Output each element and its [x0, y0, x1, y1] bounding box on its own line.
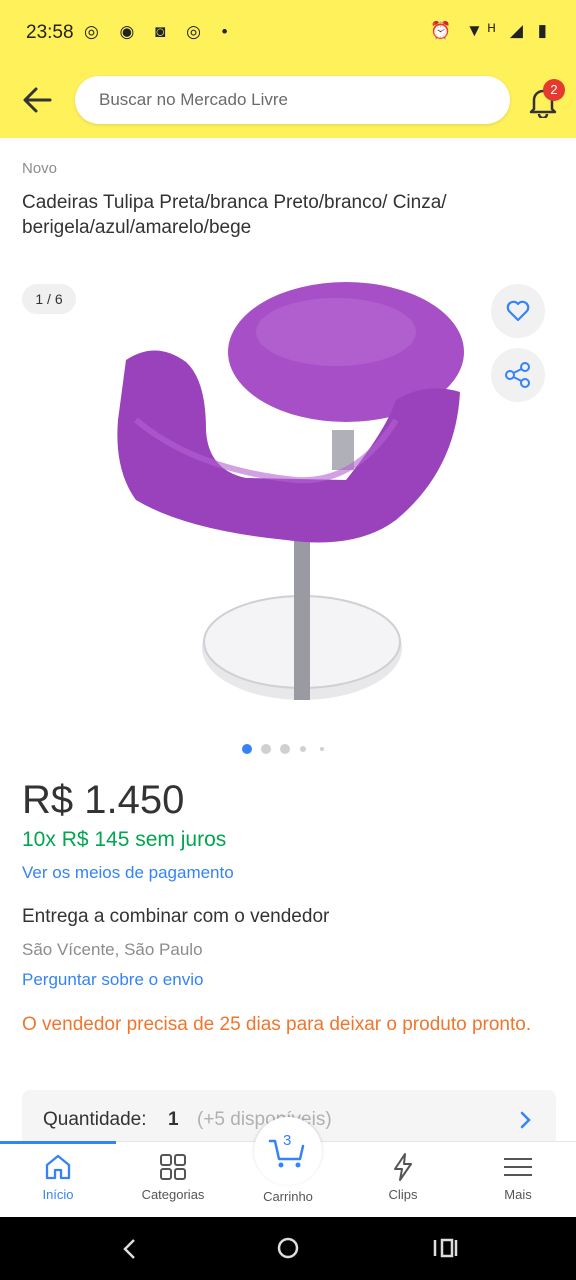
share-button[interactable] [491, 348, 545, 402]
ask-shipping-link[interactable]: Perguntar sobre o envio [22, 970, 203, 990]
seller-delay-warning: O vendedor precisa de 25 dias para deixa… [22, 1014, 532, 1035]
heart-icon [506, 300, 530, 322]
product-condition: Novo [22, 160, 58, 177]
tab-mais-label: Mais [504, 1187, 532, 1202]
nav-back-icon[interactable] [118, 1237, 142, 1261]
share-icon [505, 362, 530, 388]
grid-icon [160, 1154, 186, 1180]
quantity-label: Quantidade: [43, 1109, 147, 1130]
product-image[interactable] [96, 270, 480, 710]
lightning-icon [394, 1153, 412, 1181]
tab-inicio[interactable]: Início [0, 1141, 116, 1217]
carousel-dot [320, 747, 324, 751]
carousel-dot-active [242, 744, 252, 754]
carousel-dot [280, 744, 290, 754]
quantity-value: 1 [168, 1109, 179, 1130]
payment-methods-link[interactable]: Ver os meios de pagamento [22, 863, 234, 883]
status-bar: 23:58 ◎ ◉ ◙ ◎ • ⏰ ▼ᴴ ◢ ▮ [0, 0, 576, 66]
seller-location: São Vícente, São Paulo [22, 940, 203, 959]
shipping-info: Entrega a combinar com o vendedor [22, 906, 330, 927]
menu-icon [504, 1158, 532, 1176]
carousel-dot [300, 746, 306, 752]
carousel-dot [261, 744, 271, 754]
search-input[interactable]: Buscar no Mercado Livre [75, 76, 510, 124]
chevron-right-icon [520, 1111, 531, 1129]
status-time: 23:58 [26, 22, 74, 43]
system-navigation-bar [0, 1217, 576, 1280]
tab-inicio-label: Início [42, 1187, 74, 1202]
tab-categorias-label: Categorias [141, 1187, 205, 1202]
nav-recents-icon[interactable] [432, 1236, 458, 1260]
installments: 10x R$ 145 sem juros [22, 828, 227, 851]
back-arrow-icon[interactable] [20, 84, 56, 116]
notification-icons: ◎ ◉ ◙ ◎ • [84, 22, 236, 41]
nav-home-icon[interactable] [276, 1236, 300, 1260]
product-price: R$ 1.450 [22, 778, 185, 822]
tab-clips-label: Clips [388, 1187, 418, 1202]
product-title: Cadeiras Tulipa Preta/branca Preto/branc… [22, 192, 447, 238]
tab-clips[interactable]: Clips [345, 1141, 461, 1217]
image-counter: 1 / 6 [22, 284, 76, 314]
tab-categorias[interactable]: Categorias [115, 1141, 231, 1217]
tab-carrinho-label: Carrinho [263, 1189, 313, 1204]
favorite-button[interactable] [491, 284, 545, 338]
tab-mais[interactable]: Mais [460, 1141, 576, 1217]
home-icon [45, 1154, 71, 1180]
notification-badge: 2 [543, 79, 565, 101]
system-icons: ⏰ ▼ᴴ ◢ ▮ [430, 21, 552, 40]
tab-carrinho[interactable]: Carrinho [230, 1141, 346, 1217]
search-placeholder: Buscar no Mercado Livre [99, 90, 288, 109]
